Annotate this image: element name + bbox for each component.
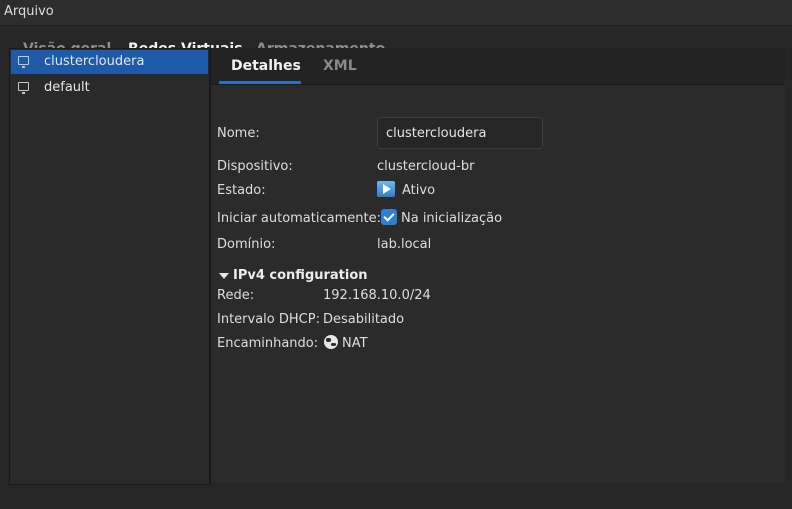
globe-icon: [324, 335, 338, 349]
autostart-checkbox-icon[interactable]: [381, 209, 397, 225]
active-subtab-indicator: [219, 81, 301, 84]
network-icon: [18, 82, 29, 94]
autostart-value[interactable]: Na inicialização: [401, 211, 502, 226]
network-name: default: [44, 80, 90, 95]
menubar: Arquivo: [0, 0, 792, 26]
ipv4-title: IPv4 configuration: [233, 268, 368, 283]
network-list: clustercloudera default: [9, 48, 210, 485]
device-label: Dispositivo:: [217, 159, 293, 174]
network-icon: [18, 56, 29, 68]
tab-xml[interactable]: XML: [323, 58, 357, 74]
forward-value: NAT: [342, 336, 368, 351]
network-list-item-default[interactable]: default: [11, 76, 208, 100]
state-label: Estado:: [217, 183, 266, 198]
subtab-bar: Detalhes XML: [211, 48, 785, 85]
domain-value: lab.local: [377, 237, 432, 252]
autostart-label: Iniciar automaticamente:: [217, 211, 381, 226]
state-value: Ativo: [402, 183, 436, 198]
device-value: clustercloud-br: [377, 159, 475, 174]
name-field[interactable]: [377, 117, 543, 149]
network-list-item-clustercloudera[interactable]: clustercloudera: [11, 50, 208, 74]
detail-panel: Detalhes XML Nome: Dispositivo: clusterc…: [210, 48, 785, 483]
ipv4-network-value: 192.168.10.0/24: [323, 288, 431, 303]
ipv4-expander[interactable]: IPv4 configuration: [219, 268, 368, 283]
dhcp-label: Intervalo DHCP:: [217, 312, 320, 327]
triangle-down-icon: [219, 272, 229, 279]
tab-details[interactable]: Detalhes: [231, 58, 301, 74]
dhcp-value: Desabilitado: [323, 312, 405, 327]
play-icon[interactable]: [377, 181, 395, 197]
forward-label: Encaminhando:: [217, 336, 319, 351]
network-name: clustercloudera: [44, 54, 145, 69]
name-label: Nome:: [217, 126, 260, 141]
ipv4-network-label: Rede:: [217, 288, 255, 303]
domain-label: Domínio:: [217, 237, 276, 252]
menu-file[interactable]: Arquivo: [4, 4, 54, 19]
